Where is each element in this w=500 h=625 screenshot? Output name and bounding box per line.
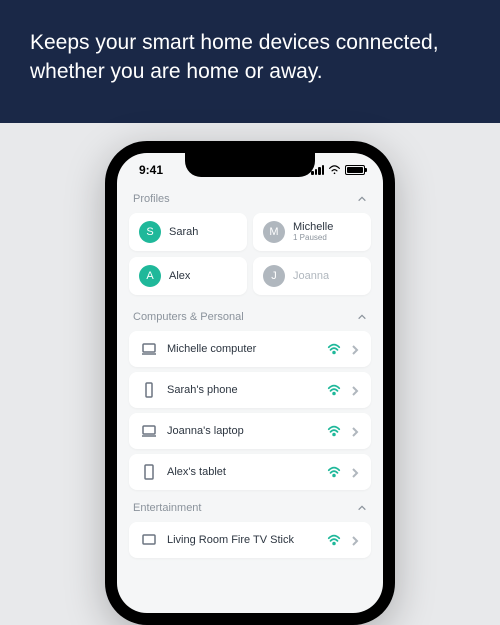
wifi-status-icon <box>328 165 341 175</box>
device-name: Michelle computer <box>167 343 317 355</box>
hero-text: Keeps your smart home devices connected,… <box>30 31 439 83</box>
status-time: 9:41 <box>139 163 163 177</box>
profile-card-alex[interactable]: A Alex <box>129 257 247 295</box>
laptop-icon <box>141 423 157 439</box>
profile-name: Michelle <box>293 221 333 233</box>
device-list: Michelle computer Sarah's phone <box>129 331 371 490</box>
entertainment-title: Entertainment <box>133 502 201 514</box>
profiles-title: Profiles <box>133 193 170 205</box>
phone-frame: 9:41 Profiles <box>105 141 395 625</box>
profile-card-sarah[interactable]: S Sarah <box>129 213 247 251</box>
device-row[interactable]: Sarah's phone <box>129 372 371 408</box>
chevron-right-icon <box>351 425 359 437</box>
chevron-up-icon <box>357 194 367 204</box>
device-name: Joanna's laptop <box>167 425 317 437</box>
chevron-up-icon <box>357 503 367 513</box>
laptop-icon <box>141 341 157 357</box>
device-name: Sarah's phone <box>167 384 317 396</box>
profile-subtitle: 1 Paused <box>293 233 333 242</box>
profile-name: Alex <box>169 270 190 282</box>
avatar: S <box>139 221 161 243</box>
chevron-right-icon <box>351 466 359 478</box>
profiles-section-header[interactable]: Profiles <box>129 187 371 213</box>
tv-icon <box>141 532 157 548</box>
device-row[interactable]: Alex's tablet <box>129 454 371 490</box>
chevron-right-icon <box>351 534 359 546</box>
battery-icon <box>345 165 365 175</box>
device-list: Living Room Fire TV Stick <box>129 522 371 558</box>
device-name: Living Room Fire TV Stick <box>167 534 317 546</box>
status-icons <box>311 165 365 175</box>
phone-notch <box>185 153 315 177</box>
computers-title: Computers & Personal <box>133 311 244 323</box>
chevron-right-icon <box>351 384 359 396</box>
wifi-icon <box>327 424 341 438</box>
app-content: Profiles S Sarah M Mic <box>117 181 383 558</box>
device-row[interactable]: Joanna's laptop <box>129 413 371 449</box>
hero-banner: Keeps your smart home devices connected,… <box>0 0 500 123</box>
wifi-icon <box>327 465 341 479</box>
phone-screen: 9:41 Profiles <box>117 153 383 613</box>
chevron-up-icon <box>357 312 367 322</box>
avatar: A <box>139 265 161 287</box>
computers-section-header[interactable]: Computers & Personal <box>129 305 371 331</box>
avatar: J <box>263 265 285 287</box>
phone-icon <box>141 382 157 398</box>
wifi-icon <box>327 533 341 547</box>
phone-mockup-area: 9:41 Profiles <box>0 123 500 625</box>
wifi-icon <box>327 383 341 397</box>
profile-card-joanna[interactable]: J Joanna <box>253 257 371 295</box>
avatar: M <box>263 221 285 243</box>
profiles-grid: S Sarah M Michelle 1 Paused A <box>129 213 371 295</box>
profile-name: Sarah <box>169 226 198 238</box>
device-name: Alex's tablet <box>167 466 317 478</box>
device-row[interactable]: Living Room Fire TV Stick <box>129 522 371 558</box>
tablet-icon <box>141 464 157 480</box>
chevron-right-icon <box>351 343 359 355</box>
profile-name: Joanna <box>293 270 329 282</box>
wifi-icon <box>327 342 341 356</box>
profile-card-michelle[interactable]: M Michelle 1 Paused <box>253 213 371 251</box>
device-row[interactable]: Michelle computer <box>129 331 371 367</box>
